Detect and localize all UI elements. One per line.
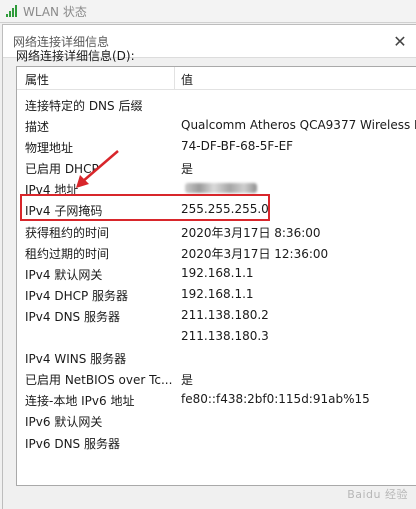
list-item-property: IPv4 默认网关 (25, 267, 103, 282)
background-window: WLAN 状态 (0, 0, 416, 23)
details-rows: 连接特定的 DNS 后缀 描述 Qualcomm Atheros QCA9377 W… (17, 94, 416, 453)
list-item-value: 2020年3月17日 8:36:00 (181, 225, 321, 240)
close-icon[interactable]: ✕ (387, 29, 413, 53)
list-item-property: 连接-本地 IPv6 地址 (25, 394, 135, 409)
list-item-property: 已启用 DHCP (25, 162, 99, 177)
list-item-property: 租约过期的时间 (25, 246, 110, 261)
list-item[interactable]: IPv4 默认网关 192.168.1.1 (17, 263, 416, 284)
list-item-property: IPv4 WINS 服务器 (25, 352, 127, 367)
list-item-property: IPv6 默认网关 (25, 415, 103, 430)
column-header-property[interactable]: 属性 (25, 71, 49, 88)
list-item-value: 211.138.180.2 (181, 307, 269, 322)
list-item-value: 192.168.1.1 (181, 265, 254, 280)
list-item-property: 物理地址 (25, 141, 74, 156)
list-item-value: 211.138.180.3 (181, 329, 269, 344)
list-item[interactable]: 物理地址 74-DF-BF-68-5F-EF (17, 136, 416, 157)
list-item-value: 74-DF-BF-68-5F-EF (181, 139, 294, 154)
list-item-property: 描述 (25, 120, 50, 135)
list-item[interactable]: IPv4 DHCP 服务器 192.168.1.1 (17, 284, 416, 305)
watermark: Baidu 经验 (347, 488, 408, 501)
details-section-label: 网络连接详细信息(D): (16, 49, 135, 63)
redacted-ipv4-value (185, 183, 257, 194)
list-item-value: fe80::f438:2bf0:115d:91ab%15 (181, 392, 370, 407)
list-item[interactable]: 211.138.180.3 (17, 326, 416, 347)
list-item-value: 192.168.1.1 (181, 286, 254, 301)
list-item[interactable]: 描述 Qualcomm Atheros QCA9377 Wireless N (17, 115, 416, 136)
list-item[interactable]: IPv4 DNS 服务器 211.138.180.2 (17, 305, 416, 326)
list-item[interactable]: 连接特定的 DNS 后缀 (17, 94, 416, 115)
background-window-title-text: WLAN 状态 (23, 4, 87, 19)
list-item-property: 已启用 NetBIOS over Tc... (25, 373, 173, 388)
list-item[interactable]: 租约过期的时间 2020年3月17日 12:36:00 (17, 242, 416, 263)
list-item[interactable]: IPv4 WINS 服务器 (17, 347, 416, 368)
column-header-value[interactable]: 值 (181, 71, 193, 88)
list-item-value: 2020年3月17日 12:36:00 (181, 246, 329, 261)
list-item-value: 是 (181, 373, 194, 388)
list-item-property: IPv6 DNS 服务器 (25, 436, 120, 451)
details-list[interactable]: 属性 值 连接特定的 DNS 后缀 描述 Qualcomm Atheros QCA9… (16, 66, 416, 486)
list-item[interactable]: 连接-本地 IPv6 地址 fe80::f438:2bf0:115d:91ab%1… (17, 389, 416, 410)
list-item[interactable]: 获得租约的时间 2020年3月17日 8:36:00 (17, 221, 416, 242)
list-item-property: 连接特定的 DNS 后缀 (25, 99, 143, 113)
column-separator[interactable] (174, 67, 175, 89)
list-item-property: IPv4 DNS 服务器 (25, 309, 120, 324)
list-item[interactable]: 已启用 NetBIOS over Tc... 是 (17, 368, 416, 389)
list-item-property: 获得租约的时间 (25, 225, 110, 240)
wifi-signal-icon (6, 5, 17, 17)
list-item[interactable]: 已启用 DHCP 是 (17, 157, 416, 178)
list-item[interactable]: IPv6 DNS 服务器 (17, 432, 416, 453)
background-window-title: WLAN 状态 (6, 2, 87, 20)
list-column-header: 属性 值 (17, 67, 416, 90)
list-item-value: Qualcomm Atheros QCA9377 Wireless N (181, 118, 416, 133)
ipv4-highlight-box (20, 194, 270, 221)
list-item-property: IPv4 DHCP 服务器 (25, 288, 129, 303)
list-item[interactable]: IPv6 默认网关 (17, 410, 416, 431)
list-item-value: 是 (181, 162, 194, 177)
